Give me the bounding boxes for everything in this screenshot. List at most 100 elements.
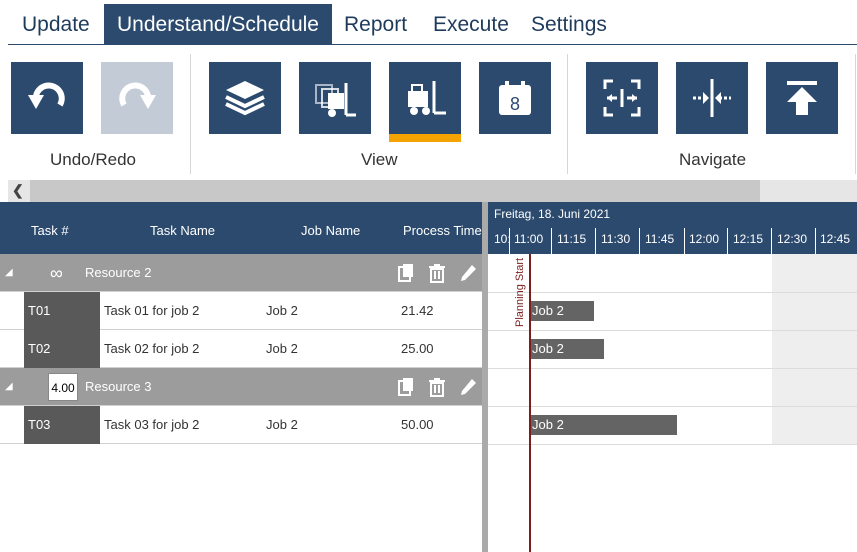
scrollbar-thumb[interactable] (30, 180, 760, 202)
tick-divider (551, 228, 552, 254)
toolbar-separator (855, 54, 856, 174)
multi-forklift-icon (315, 83, 356, 117)
undo-button[interactable] (11, 62, 83, 134)
table-row[interactable]: T01 Task 01 for job 2 Job 2 21.42 (0, 292, 482, 330)
svg-text:8: 8 (510, 94, 520, 114)
job-name-cell[interactable]: Job 2 (266, 406, 298, 444)
trash-icon[interactable] (427, 263, 447, 283)
gantt-bar[interactable]: Job 2 (530, 301, 594, 321)
task-id-cell[interactable]: T01 (24, 292, 100, 330)
center-view-button[interactable] (676, 62, 748, 134)
resource-view-button[interactable] (389, 62, 461, 134)
toolbar-separator (567, 54, 568, 174)
grid-header: Task # Task Name Job Name Process Time (0, 202, 482, 254)
column-header-task-name[interactable]: Task Name (150, 223, 215, 238)
tick-divider (684, 228, 685, 254)
toolbar-separator (190, 54, 191, 174)
tick-divider (595, 228, 596, 254)
infinity-icon: ∞ (50, 263, 63, 283)
gantt-bar[interactable]: Job 2 (530, 339, 604, 359)
time-tick: 11:00 (514, 232, 544, 246)
group-label-undo-redo: Undo/Redo (50, 150, 137, 169)
tab-understand-schedule[interactable]: Understand/Schedule (104, 4, 332, 45)
time-tick: 12:30 (777, 232, 808, 246)
go-to-top-button[interactable] (766, 62, 838, 134)
active-view-indicator (389, 134, 461, 142)
pencil-icon[interactable] (458, 377, 478, 397)
resource-label: Resource 2 (85, 265, 152, 280)
planning-start-line (529, 254, 531, 552)
calendar-button[interactable]: 8 (479, 62, 551, 134)
time-tick: 12:00 (689, 232, 720, 246)
gantt-row-divider (488, 292, 857, 293)
gantt-header: Freitag, 18. Juni 2021 10: 11:00 11:15 1… (488, 202, 857, 254)
column-header-job-name[interactable]: Job Name (301, 223, 360, 238)
process-time-cell[interactable]: 50.00 (401, 406, 434, 444)
planning-start-label: Planning Start (514, 258, 526, 328)
forklift-icon (408, 81, 446, 115)
collapse-arrows-icon (693, 79, 731, 117)
task-name-cell[interactable]: Task 03 for job 2 (104, 406, 199, 444)
layers-button[interactable] (209, 62, 281, 134)
capacity-input[interactable]: 4.00 (48, 373, 78, 401)
trash-icon[interactable] (427, 377, 447, 397)
time-tick: 11:15 (557, 232, 587, 246)
job-name-cell[interactable]: Job 2 (266, 292, 298, 330)
non-working-time-shade (772, 254, 857, 444)
time-tick: 11:30 (601, 232, 631, 246)
all-resources-button[interactable] (299, 62, 371, 134)
task-name-cell[interactable]: Task 02 for job 2 (104, 330, 199, 368)
menu-bar: Update Understand/Schedule Report Execut… (0, 0, 857, 45)
process-time-cell[interactable]: 21.42 (401, 292, 434, 330)
tick-divider (639, 228, 640, 254)
expand-triangle-icon[interactable]: ◢ (5, 368, 13, 406)
resource-group-row[interactable]: ◢ 4.00 Resource 3 (0, 368, 482, 406)
gantt-row-divider (488, 368, 857, 369)
task-id-cell[interactable]: T03 (24, 406, 100, 444)
table-row[interactable]: T03 Task 03 for job 2 Job 2 50.00 (0, 406, 482, 444)
time-tick: 12:15 (733, 232, 764, 246)
gantt-row-divider (488, 406, 857, 407)
horizontal-scrollbar[interactable]: ❮ (8, 180, 857, 202)
resource-label: Resource 3 (85, 379, 152, 394)
redo-button[interactable] (101, 62, 173, 134)
expand-triangle-icon[interactable]: ◢ (5, 254, 13, 292)
task-name-cell[interactable]: Task 01 for job 2 (104, 292, 199, 330)
copy-icon[interactable] (396, 377, 416, 397)
copy-icon[interactable] (396, 263, 416, 283)
task-id-cell[interactable]: T02 (24, 330, 100, 368)
process-time-cell[interactable]: 25.00 (401, 330, 434, 368)
gantt-bar[interactable]: Job 2 (530, 415, 677, 435)
group-label-view: View (361, 150, 398, 169)
column-header-process-time[interactable]: Process Time (403, 223, 482, 238)
tab-execute[interactable]: Execute (420, 4, 522, 45)
gantt-chart-area[interactable]: Job 2 Job 2 Job 2 Planning Start (488, 254, 857, 552)
gantt-row-divider (488, 330, 857, 331)
resource-group-row[interactable]: ◢ ∞ Resource 2 (0, 254, 482, 292)
tab-report[interactable]: Report (331, 4, 420, 45)
tick-divider (815, 228, 816, 254)
time-tick: 12:45 (820, 232, 851, 246)
group-label-navigate: Navigate (679, 150, 747, 169)
table-row[interactable]: T02 Task 02 for job 2 Job 2 25.00 (0, 330, 482, 368)
tab-update[interactable]: Update (9, 4, 103, 45)
column-header-task-number[interactable]: Task # (31, 223, 69, 238)
gantt-date: Freitag, 18. Juni 2021 (494, 207, 611, 221)
tick-divider (509, 228, 510, 254)
tab-settings[interactable]: Settings (518, 4, 620, 45)
fit-view-button[interactable] (586, 62, 658, 134)
redo-icon (119, 82, 156, 109)
tick-divider (771, 228, 772, 254)
fit-arrows-icon (603, 79, 641, 117)
pencil-icon[interactable] (458, 263, 478, 283)
gantt-row-divider (488, 444, 857, 445)
arrow-up-icon (787, 81, 817, 115)
time-tick: 11:45 (645, 232, 675, 246)
job-name-cell[interactable]: Job 2 (266, 330, 298, 368)
chevron-left-icon[interactable]: ❮ (12, 182, 24, 199)
menu-underline (8, 44, 857, 45)
undo-icon (28, 82, 65, 109)
layers-icon (225, 81, 265, 116)
calendar-icon: 8 (499, 81, 531, 115)
tick-divider (727, 228, 728, 254)
